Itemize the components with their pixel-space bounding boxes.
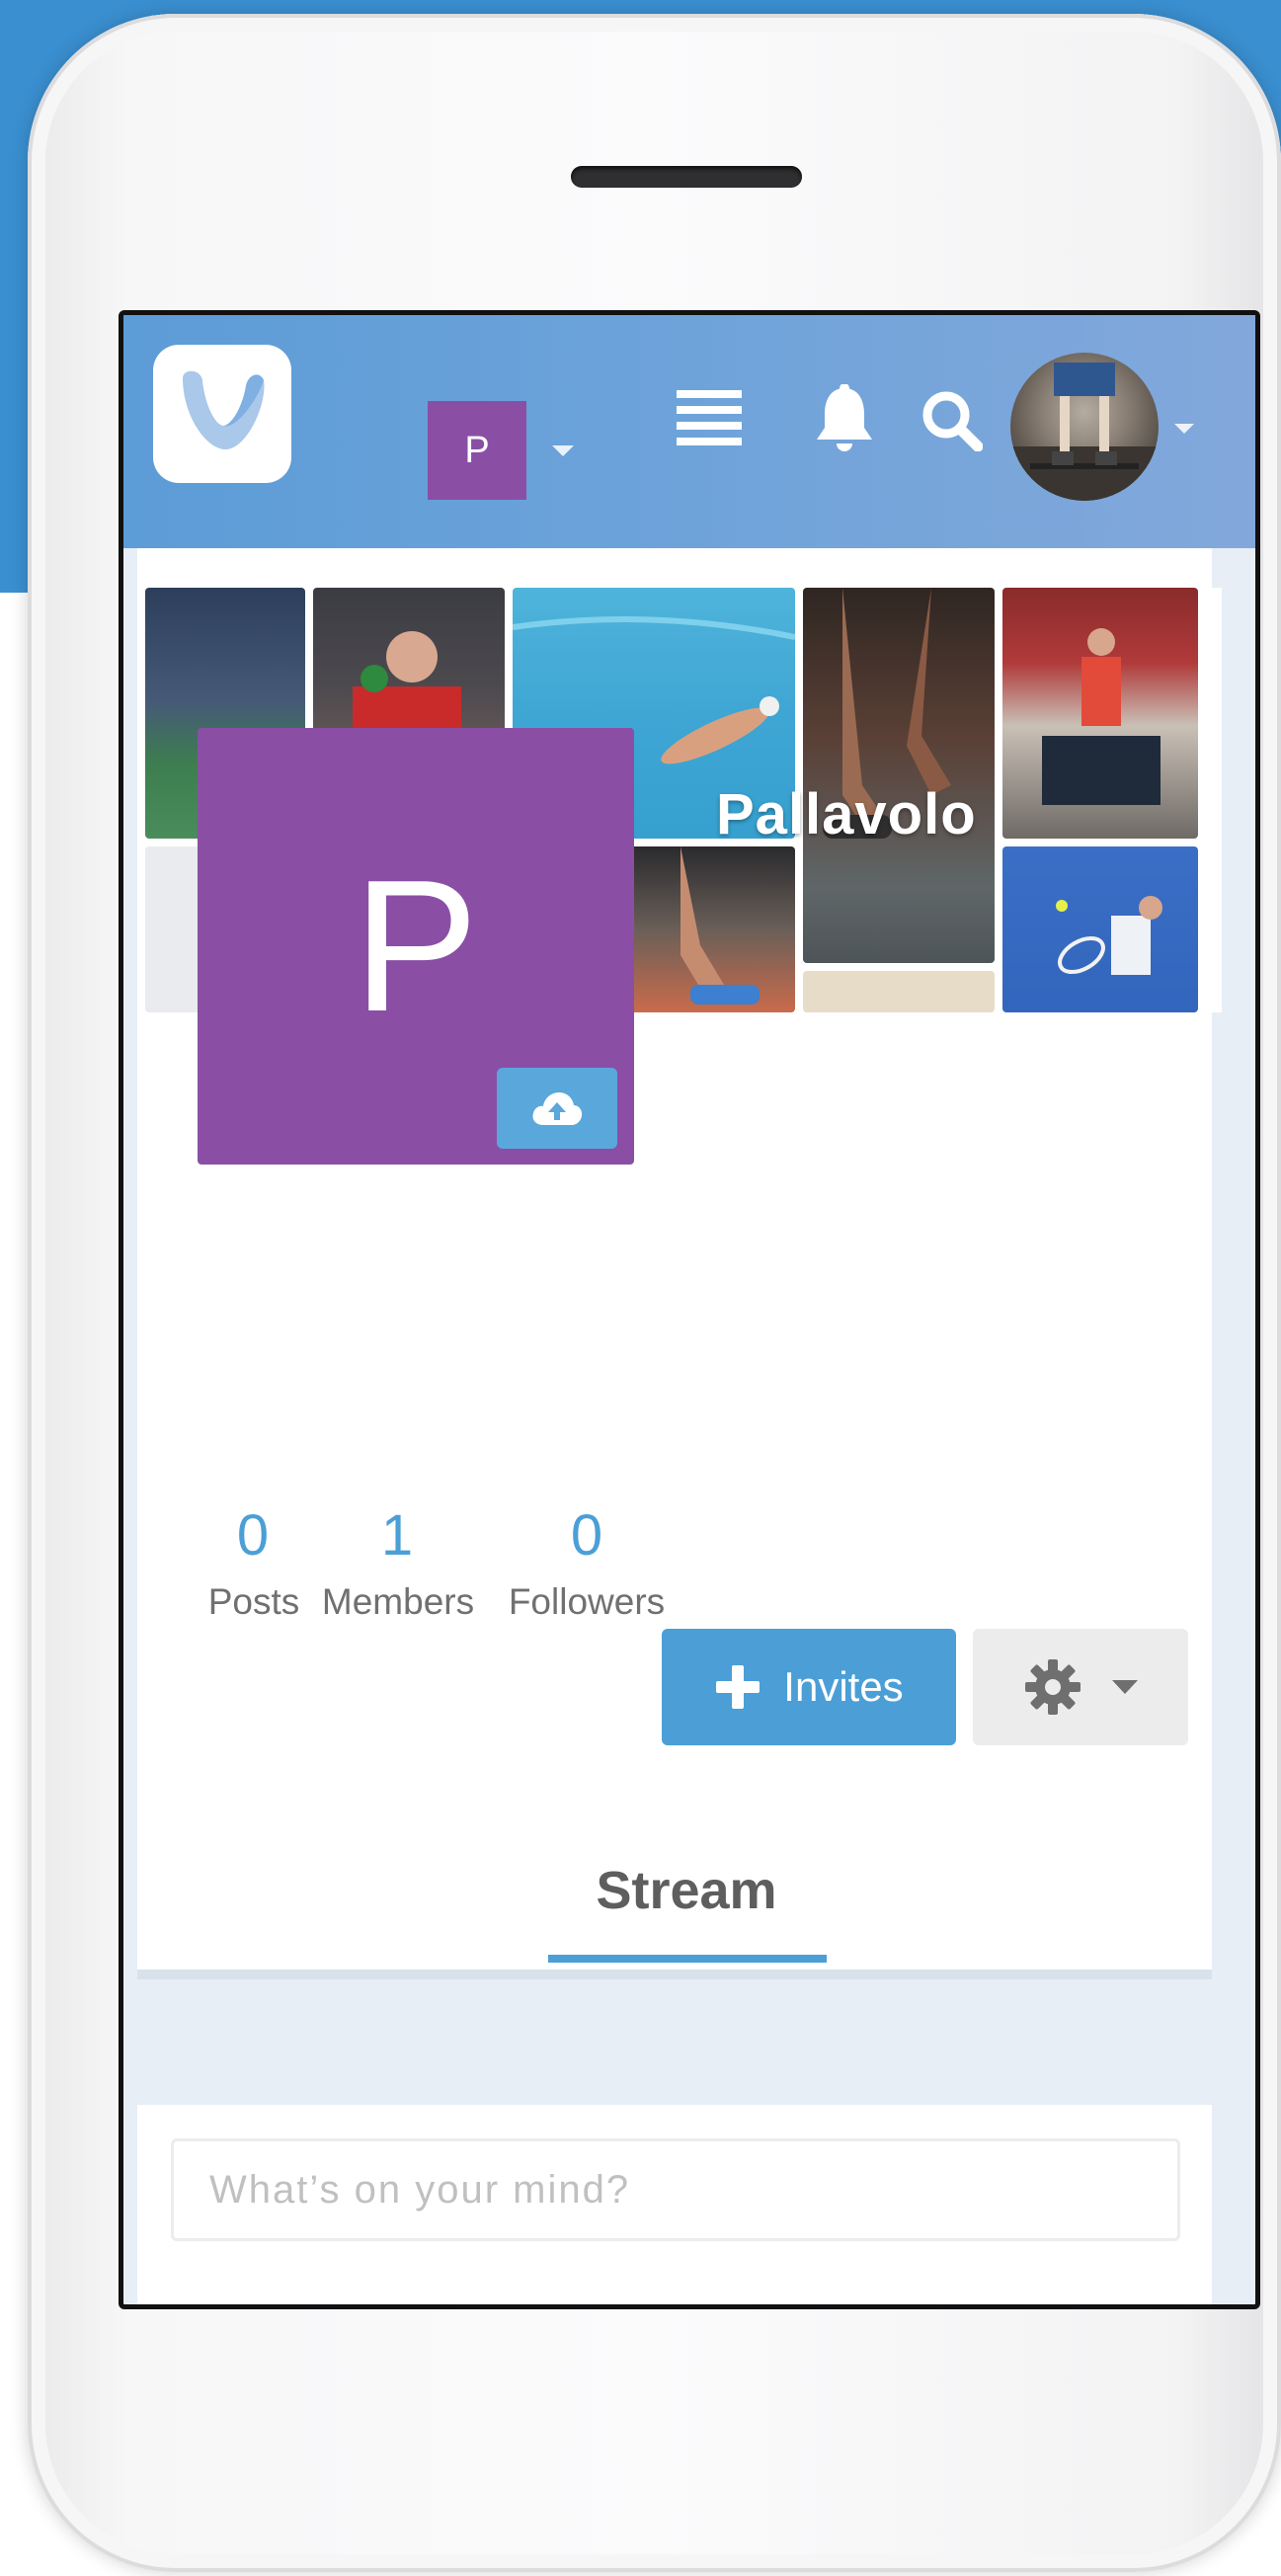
stat-posts-label: Posts: [207, 1581, 300, 1622]
stat-followers-label: Followers: [508, 1581, 666, 1622]
banner-photo-rugby: [1002, 588, 1198, 839]
banner-photo-tennis: [1002, 846, 1198, 1012]
space-chooser-chip[interactable]: P: [428, 401, 526, 500]
user-menu-caret-icon[interactable]: [1174, 424, 1194, 434]
tab-stream[interactable]: Stream: [548, 1860, 825, 1921]
stat-followers-count: 0: [570, 1503, 603, 1568]
phone-speaker: [571, 166, 802, 188]
banner-photo-sand: [803, 971, 995, 1012]
chevron-down-icon: [1112, 1680, 1138, 1694]
avatar-photo: [1010, 362, 1159, 501]
invite-button-label: Invites: [783, 1663, 904, 1710]
bell-icon[interactable]: [813, 383, 876, 460]
card-bottom-edge: [137, 1970, 1212, 1979]
search-icon[interactable]: [921, 390, 984, 456]
menu-icon[interactable]: [677, 390, 742, 450]
user-avatar[interactable]: [1010, 353, 1159, 501]
stat-members-count: 1: [380, 1503, 414, 1568]
group-name: Pallavolo: [716, 782, 977, 846]
app-logo[interactable]: [153, 345, 291, 483]
cloud-upload-icon: [532, 1092, 583, 1125]
top-navigation-bar: P: [123, 315, 1255, 548]
upload-profile-image-button[interactable]: [497, 1068, 617, 1149]
app-screen: P Pallavolo P 0 Posts 1 Members 0 Follow…: [119, 310, 1260, 2309]
group-settings-button[interactable]: [973, 1629, 1188, 1745]
space-chooser-caret-icon[interactable]: [552, 445, 574, 456]
phone-frame: P Pallavolo P 0 Posts 1 Members 0 Follow…: [28, 14, 1281, 2572]
logo-mark-icon: [183, 370, 265, 450]
plus-icon: [716, 1665, 761, 1709]
stat-members-label: Members: [321, 1581, 475, 1622]
invite-button[interactable]: Invites: [662, 1629, 956, 1745]
gear-icon: [1025, 1659, 1081, 1715]
tab-stream-active-indicator: [548, 1955, 827, 1963]
banner-photo-running: [803, 588, 995, 963]
stat-posts-count: 0: [236, 1503, 270, 1568]
post-composer-input[interactable]: What’s on your mind?: [171, 2138, 1180, 2241]
